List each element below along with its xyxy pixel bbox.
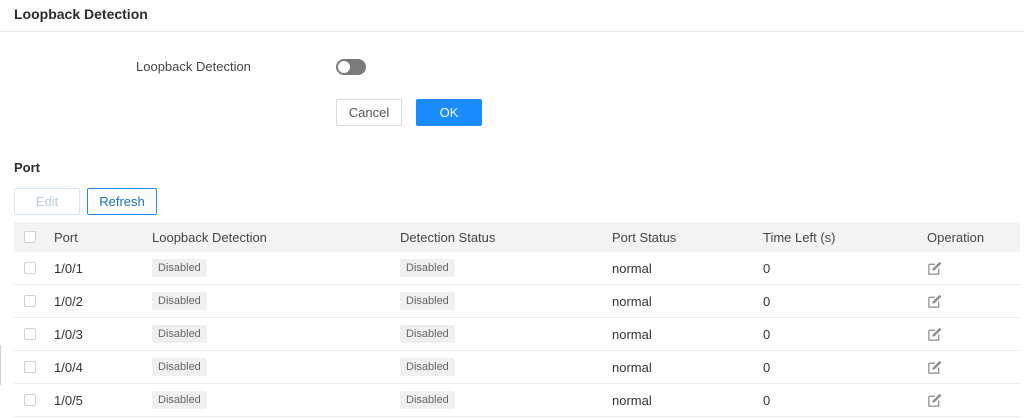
table-header: Port Loopback Detection Detection Status… [14, 222, 1020, 252]
edit-icon[interactable] [927, 293, 943, 309]
loopback-tag: Disabled [152, 358, 207, 376]
loopback-cell: Disabled [152, 318, 207, 350]
port-cell: 1/0/3 [54, 326, 83, 342]
time-left-cell: 0 [763, 293, 771, 309]
select-all-checkbox[interactable] [24, 231, 36, 243]
loopback-cell: Disabled [152, 252, 207, 284]
row-check-cell [24, 285, 36, 317]
loopback-cell: Disabled [152, 351, 207, 383]
port-cell: 1/0/4 [54, 359, 83, 375]
port-status-cell: normal [612, 359, 652, 375]
edit-icon[interactable] [927, 359, 943, 375]
header-time-left[interactable]: Time Left (s) [763, 222, 835, 252]
time-left-cell: 0 [763, 260, 771, 276]
detection-status-tag: Disabled [400, 391, 455, 409]
loopback-detection-label: Loopback Detection [136, 59, 251, 74]
edit-icon[interactable] [927, 260, 943, 276]
time-left-cell: 0 [763, 392, 771, 408]
row-checkbox[interactable] [24, 361, 36, 373]
loopback-tag: Disabled [152, 259, 207, 277]
toggle-knob [338, 61, 350, 73]
port-status-cell: normal [612, 392, 652, 408]
detection-status-cell: Disabled [400, 384, 455, 416]
row-checkbox[interactable] [24, 394, 36, 406]
loopback-cell: Disabled [152, 285, 207, 317]
operation-cell [927, 318, 943, 350]
row-checkbox[interactable] [24, 295, 36, 307]
table-row: 1/0/2 Disabled Disabled normal 0 [14, 285, 1020, 318]
edit-icon[interactable] [927, 326, 943, 342]
port-cell: 1/0/5 [54, 392, 83, 408]
table-row: 1/0/5 Disabled Disabled normal 0 [14, 384, 1020, 417]
table-row: 1/0/3 Disabled Disabled normal 0 [14, 318, 1020, 351]
detection-status-cell: Disabled [400, 252, 455, 284]
row-check-cell [24, 318, 36, 350]
detection-status-cell: Disabled [400, 351, 455, 383]
header-port-status[interactable]: Port Status [612, 222, 676, 252]
header-detection-status[interactable]: Detection Status [400, 222, 495, 252]
page-title: Loopback Detection [14, 6, 148, 22]
edit-icon[interactable] [927, 392, 943, 408]
port-section-title: Port [14, 160, 40, 175]
operation-cell [927, 285, 943, 317]
cancel-button[interactable]: Cancel [336, 99, 402, 126]
row-check-cell [24, 351, 36, 383]
port-status-cell: normal [612, 326, 652, 342]
time-left-cell: 0 [763, 326, 771, 342]
table-row: 1/0/1 Disabled Disabled normal 0 [14, 252, 1020, 285]
port-table: Port Loopback Detection Detection Status… [14, 222, 1020, 417]
loopback-tag: Disabled [152, 325, 207, 343]
header-loopback-detection[interactable]: Loopback Detection [152, 222, 267, 252]
detection-status-tag: Disabled [400, 325, 455, 343]
port-status-cell: normal [612, 260, 652, 276]
loopback-detection-toggle[interactable] [336, 59, 366, 75]
row-checkbox[interactable] [24, 262, 36, 274]
operation-cell [927, 351, 943, 383]
loopback-tag: Disabled [152, 292, 207, 310]
loopback-tag: Disabled [152, 391, 207, 409]
edit-button[interactable]: Edit [14, 188, 80, 215]
ok-button[interactable]: OK [416, 99, 482, 126]
port-cell: 1/0/1 [54, 260, 83, 276]
port-status-cell: normal [612, 293, 652, 309]
port-cell: 1/0/2 [54, 293, 83, 309]
detection-status-cell: Disabled [400, 285, 455, 317]
detection-status-tag: Disabled [400, 358, 455, 376]
row-checkbox[interactable] [24, 328, 36, 340]
left-edge-divider [0, 345, 1, 385]
time-left-cell: 0 [763, 359, 771, 375]
loopback-cell: Disabled [152, 384, 207, 416]
header-operation: Operation [927, 229, 985, 245]
row-check-cell [24, 384, 36, 416]
header-port[interactable]: Port [54, 222, 78, 252]
detection-status-tag: Disabled [400, 259, 455, 277]
select-all-cell [24, 222, 36, 252]
row-check-cell [24, 252, 36, 284]
page-header: Loopback Detection [0, 0, 1024, 32]
detection-status-cell: Disabled [400, 318, 455, 350]
operation-cell [927, 252, 943, 284]
operation-cell [927, 384, 943, 416]
refresh-button[interactable]: Refresh [87, 188, 157, 215]
table-row: 1/0/4 Disabled Disabled normal 0 [14, 351, 1020, 384]
detection-status-tag: Disabled [400, 292, 455, 310]
